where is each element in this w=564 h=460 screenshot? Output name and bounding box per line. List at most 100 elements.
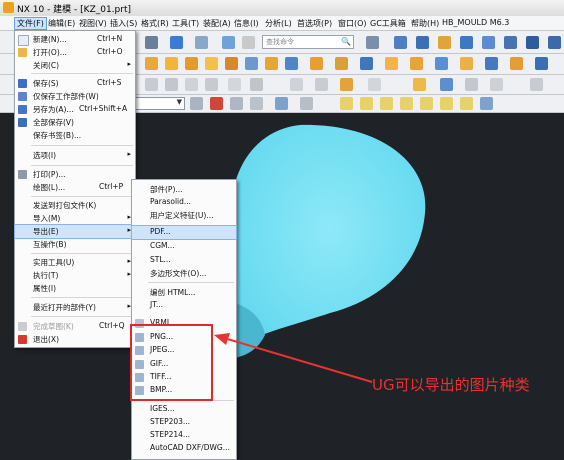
toolbar-icon[interactable] bbox=[145, 57, 158, 70]
sketch-circle-icon[interactable] bbox=[185, 78, 198, 91]
menu-gc-toolbox[interactable]: GC工具箱 bbox=[370, 18, 406, 29]
toolbar-icon[interactable] bbox=[335, 57, 348, 70]
menu-window[interactable]: 窗口(O) bbox=[338, 18, 367, 29]
snap-icon[interactable] bbox=[230, 97, 243, 110]
toolbar-icon[interactable] bbox=[548, 36, 561, 49]
toolbar-icon[interactable] bbox=[435, 57, 448, 70]
toolbar-icon[interactable] bbox=[460, 36, 473, 49]
file-menu-item-interop[interactable]: 互操作(B) bbox=[15, 238, 135, 251]
sketch-icon[interactable] bbox=[250, 78, 263, 91]
snap-icon[interactable] bbox=[420, 97, 433, 110]
file-menu-item-plot[interactable]: 绘图(L)... Ctrl+P bbox=[15, 181, 135, 194]
toolbar-icon[interactable] bbox=[410, 57, 423, 70]
sketch-icon[interactable] bbox=[465, 78, 478, 91]
sketch-icon[interactable] bbox=[205, 78, 218, 91]
file-menu-item-save-all[interactable]: 全部保存(V) bbox=[15, 116, 135, 129]
export-item-step214[interactable]: STEP214... bbox=[132, 429, 236, 442]
toolbar-icon[interactable] bbox=[360, 57, 373, 70]
file-menu-item-utilities[interactable]: 实用工具(U) ▸ bbox=[15, 256, 135, 269]
snap-icon[interactable] bbox=[360, 97, 373, 110]
toolbar-icon[interactable] bbox=[245, 57, 258, 70]
menu-view[interactable]: 视图(V) bbox=[79, 18, 107, 29]
sketch-arc-icon[interactable] bbox=[165, 78, 178, 91]
sketch-icon[interactable] bbox=[340, 78, 353, 91]
file-menu-item-close[interactable]: 关闭(C) ▸ bbox=[15, 59, 135, 72]
snap-icon[interactable] bbox=[275, 97, 288, 110]
snap-icon[interactable] bbox=[440, 97, 453, 110]
toolbar-icon[interactable] bbox=[165, 57, 178, 70]
snap-icon[interactable] bbox=[210, 97, 223, 110]
toolbar-icon[interactable] bbox=[222, 36, 235, 49]
toolbar-icon[interactable] bbox=[205, 57, 218, 70]
menu-file[interactable]: 文件(F) bbox=[14, 17, 47, 30]
menu-tools[interactable]: 工具(T) bbox=[172, 18, 199, 29]
file-menu-item-save-bookmark[interactable]: 保存书签(B)... bbox=[15, 129, 135, 142]
file-menu-item-exit[interactable]: 退出(X) bbox=[15, 333, 135, 346]
toolbar-icon[interactable] bbox=[438, 36, 451, 49]
toolbar-icon[interactable] bbox=[145, 36, 158, 49]
menu-preferences[interactable]: 首选项(P) bbox=[297, 18, 332, 29]
export-item-pdf[interactable]: PDF... bbox=[131, 225, 237, 240]
snap-icon[interactable] bbox=[380, 97, 393, 110]
export-item-stl[interactable]: STL... bbox=[132, 254, 236, 267]
export-item-polygon-file[interactable]: 多边形文件(O)... bbox=[132, 267, 236, 280]
file-menu-item-import[interactable]: 导入(M) ▸ bbox=[15, 212, 135, 225]
toolbar-icon[interactable] bbox=[394, 36, 407, 49]
export-item-html[interactable]: 编创 HTML... bbox=[132, 286, 236, 299]
toolbar-icon[interactable] bbox=[265, 57, 278, 70]
toolbar-icon[interactable] bbox=[310, 57, 323, 70]
cube-view-icon[interactable] bbox=[416, 36, 429, 49]
file-menu-item-save-work-part[interactable]: 仅保存工作部件(W) bbox=[15, 90, 135, 103]
file-menu-item-recent-parts[interactable]: 最近打开的部件(Y) ▸ bbox=[15, 301, 135, 314]
file-menu-item-save[interactable]: 保存(S) Ctrl+S bbox=[15, 77, 135, 90]
toolbar-icon[interactable] bbox=[485, 57, 498, 70]
export-item-part[interactable]: 部件(P)... bbox=[132, 183, 236, 196]
export-item-jt[interactable]: JT... bbox=[132, 299, 236, 312]
search-icon[interactable]: 🔍 bbox=[341, 37, 351, 46]
sketch-icon[interactable] bbox=[315, 78, 328, 91]
sketch-icon[interactable] bbox=[368, 78, 381, 91]
menu-insert[interactable]: 插入(S) bbox=[110, 18, 137, 29]
toolbar-icon[interactable] bbox=[526, 36, 539, 49]
toolbar-icon[interactable] bbox=[482, 36, 495, 49]
menu-assembly[interactable]: 装配(A) bbox=[203, 18, 231, 29]
snap-icon[interactable] bbox=[300, 97, 313, 110]
snap-icon[interactable] bbox=[480, 97, 493, 110]
toolbar-icon[interactable] bbox=[510, 57, 523, 70]
menu-edit[interactable]: 编辑(E) bbox=[48, 18, 75, 29]
export-item-iges[interactable]: IGES... bbox=[132, 403, 236, 416]
snap-icon[interactable] bbox=[340, 97, 353, 110]
snap-icon[interactable] bbox=[460, 97, 473, 110]
file-menu-item-send-to-package[interactable]: 发送到打包文件(K) bbox=[15, 199, 135, 212]
export-item-step203[interactable]: STEP203... bbox=[132, 416, 236, 429]
file-menu-item-execute[interactable]: 执行(T) ▸ bbox=[15, 269, 135, 282]
file-menu-item-new[interactable]: 新建(N)... Ctrl+N bbox=[15, 33, 135, 46]
file-menu-item-properties[interactable]: 属性(I) bbox=[15, 282, 135, 295]
export-item-parasolid[interactable]: Parasolid... bbox=[132, 196, 236, 209]
menu-hb-mould[interactable]: HB_MOULD M6.3 bbox=[442, 18, 509, 27]
sketch-icon[interactable] bbox=[440, 78, 453, 91]
export-item-autocad[interactable]: AutoCAD DXF/DWG... bbox=[132, 442, 236, 455]
toolbar-icon[interactable] bbox=[225, 57, 238, 70]
toolbar-icon[interactable] bbox=[385, 57, 398, 70]
file-menu-item-open[interactable]: 打开(O)... Ctrl+O bbox=[15, 46, 135, 59]
snap-icon[interactable] bbox=[190, 97, 203, 110]
toolbar-icon[interactable] bbox=[535, 57, 548, 70]
sketch-icon[interactable] bbox=[490, 78, 503, 91]
file-menu-item-save-as[interactable]: 另存为(A)... Ctrl+Shift+A bbox=[15, 103, 135, 116]
file-menu-item-export[interactable]: 导出(E) ▸ bbox=[14, 224, 136, 239]
snap-icon[interactable] bbox=[250, 97, 263, 110]
export-item-cgm[interactable]: CGM... bbox=[132, 240, 236, 253]
menu-help[interactable]: 帮助(H) bbox=[411, 18, 439, 29]
export-item-udf[interactable]: 用户定义特征(U)... bbox=[132, 209, 236, 222]
toolbar-icon[interactable] bbox=[504, 36, 517, 49]
toolbar-icon[interactable] bbox=[366, 36, 379, 49]
toolbar-icon[interactable] bbox=[242, 36, 255, 49]
file-menu-item-print[interactable]: 打印(P)... bbox=[15, 168, 135, 181]
toolbar-icon[interactable] bbox=[185, 57, 198, 70]
sketch-icon[interactable] bbox=[413, 78, 426, 91]
command-search-input[interactable]: 查找命令 🔍 bbox=[262, 35, 354, 49]
redo-icon[interactable] bbox=[195, 36, 208, 49]
menu-analysis[interactable]: 分析(L) bbox=[265, 18, 292, 29]
toolbar-icon[interactable] bbox=[460, 57, 473, 70]
